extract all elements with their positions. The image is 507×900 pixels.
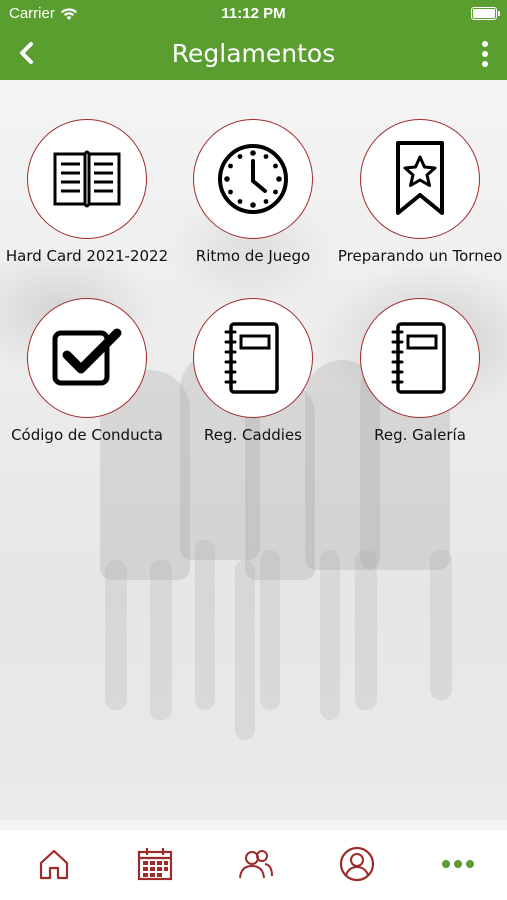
item-circle bbox=[360, 119, 480, 239]
notebook-icon bbox=[224, 322, 279, 394]
more-vertical-icon bbox=[482, 41, 488, 47]
home-icon bbox=[39, 849, 69, 880]
item-circle bbox=[27, 119, 147, 239]
more-options-button[interactable] bbox=[477, 38, 493, 70]
tab-more[interactable] bbox=[438, 846, 478, 882]
page-title: Reglamentos bbox=[171, 39, 336, 68]
more-horizontal-icon bbox=[442, 860, 474, 868]
item-reg-caddies[interactable]: Reg. Caddies bbox=[168, 298, 338, 458]
battery-icon bbox=[471, 7, 500, 20]
item-preparando-torneo[interactable]: Preparando un Torneo bbox=[335, 119, 505, 279]
item-circle bbox=[360, 298, 480, 418]
tab-home[interactable] bbox=[34, 846, 74, 882]
item-label: Reg. Galería bbox=[374, 426, 466, 444]
tab-people[interactable] bbox=[236, 846, 276, 882]
item-label: Preparando un Torneo bbox=[337, 247, 503, 265]
item-label: Hard Card 2021-2022 bbox=[5, 247, 169, 265]
people-icon bbox=[239, 850, 273, 879]
star-bookmark-icon bbox=[396, 141, 444, 215]
clock-icon bbox=[218, 144, 288, 214]
status-time: 11:12 PM bbox=[221, 5, 286, 22]
item-circle bbox=[193, 119, 313, 239]
item-label: Ritmo de Juego bbox=[195, 247, 311, 265]
item-reg-galeria[interactable]: Reg. Galería bbox=[335, 298, 505, 458]
profile-icon bbox=[339, 846, 375, 882]
item-circle bbox=[27, 298, 147, 418]
item-hard-card[interactable]: Hard Card 2021-2022 bbox=[2, 119, 172, 279]
screen: Carrier 11:12 PM Reglamentos Hard Card 2… bbox=[0, 0, 507, 900]
status-bar: Carrier 11:12 PM bbox=[0, 0, 507, 28]
item-codigo-conducta[interactable]: Código de Conducta bbox=[2, 298, 172, 458]
calendar-icon bbox=[137, 848, 173, 881]
open-book-icon bbox=[53, 150, 121, 208]
tab-calendar[interactable] bbox=[135, 846, 175, 882]
notebook-icon bbox=[391, 322, 446, 394]
nav-bar: Reglamentos bbox=[0, 28, 507, 80]
item-label: Código de Conducta bbox=[11, 426, 163, 444]
item-label: Reg. Caddies bbox=[204, 426, 302, 444]
checkbox-icon bbox=[52, 328, 122, 386]
tab-profile[interactable] bbox=[337, 846, 377, 882]
item-ritmo-de-juego[interactable]: Ritmo de Juego bbox=[168, 119, 338, 279]
tab-bar bbox=[0, 830, 507, 900]
item-circle bbox=[193, 298, 313, 418]
